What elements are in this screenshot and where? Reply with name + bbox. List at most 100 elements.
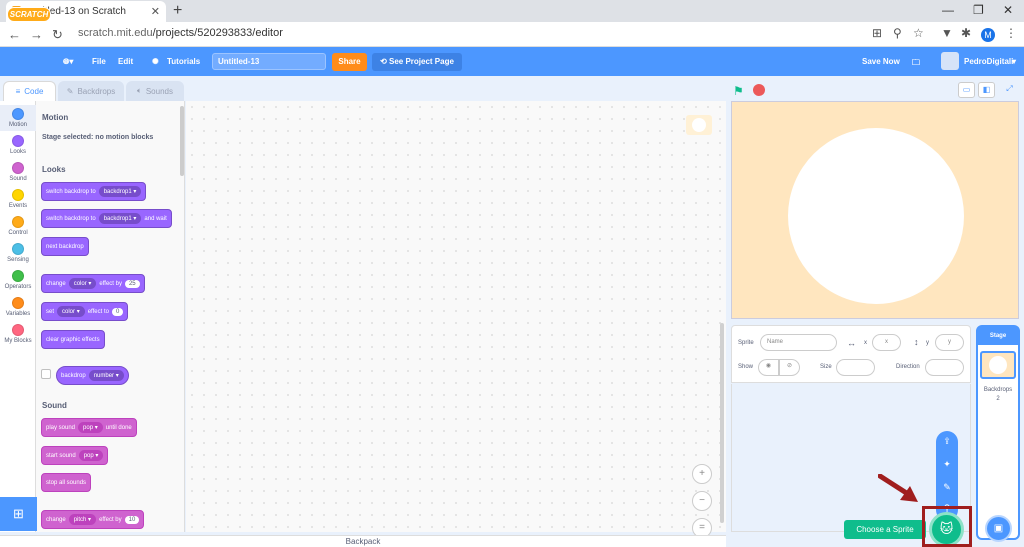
block-next-backdrop[interactable]: next backdrop (41, 237, 89, 256)
category-motion[interactable]: Motion (0, 105, 36, 131)
close-window-icon[interactable]: ✕ (1003, 3, 1013, 17)
palette-scrollbar[interactable] (180, 106, 184, 176)
stage-thumbnail[interactable] (980, 351, 1016, 379)
control-dot-icon (12, 216, 24, 228)
menu-tutorials[interactable]: Tutorials (167, 57, 200, 66)
motion-dot-icon (12, 108, 24, 120)
block-switch-backdrop[interactable]: switch backdrop to backdrop1 ▾ (41, 182, 147, 201)
extensions-puzzle-icon[interactable]: ✱ (961, 26, 971, 40)
effect-dropdown[interactable]: color ▾ (57, 306, 85, 317)
block-switch-backdrop-wait[interactable]: switch backdrop to backdrop1 ▾ and wait (41, 209, 172, 228)
stage-selector-panel[interactable]: Stage Backdrops 2 (976, 325, 1020, 540)
zoom-in-icon[interactable]: + (692, 464, 712, 484)
share-button[interactable]: Share (332, 53, 367, 71)
upload-sprite-icon[interactable]: ⇪ (936, 436, 958, 447)
y-field[interactable]: y (935, 334, 964, 351)
green-flag-icon[interactable]: ⚑ (733, 84, 744, 98)
x-field[interactable]: x (872, 334, 901, 351)
extension-filter-icon[interactable]: ▼ (941, 26, 953, 40)
eye-slash-icon: ⊘ (786, 363, 793, 369)
backpack[interactable]: Backpack (0, 535, 726, 547)
block-backdrop-reporter[interactable]: backdrop number ▾ (56, 366, 129, 385)
paintbrush-icon: ✎ (66, 86, 74, 96)
direction-field[interactable] (925, 359, 964, 376)
username[interactable]: PedroDigitali (964, 57, 1013, 66)
category-sound[interactable]: Sound (0, 162, 36, 182)
choose-backdrop-button[interactable]: ▣ (985, 515, 1012, 542)
block-clear-effects[interactable]: clear graphic effects (41, 330, 105, 349)
language-globe-icon[interactable]: 🌐︎▾ (63, 57, 73, 67)
stop-icon[interactable] (753, 84, 765, 96)
back-icon[interactable]: ← (8, 27, 21, 42)
account-chevron-down-icon[interactable]: ▾ (1012, 57, 1016, 66)
fullscreen-icon[interactable]: ⤢ (1001, 82, 1018, 98)
sound-dropdown[interactable]: pop ▾ (78, 422, 103, 433)
paint-sprite-icon[interactable]: ✎ (936, 482, 958, 493)
tab-sounds[interactable]: 🔈︎ Sounds (126, 81, 184, 101)
backdrop-attr-dropdown[interactable]: number ▾ (88, 370, 124, 381)
backdrop-reporter-checkbox[interactable] (41, 369, 51, 379)
sprite-name-field[interactable]: Name (760, 334, 837, 351)
script-scrollbar[interactable] (720, 323, 724, 523)
minimize-icon[interactable]: — (942, 3, 954, 17)
block-change-pitch[interactable]: change pitch ▾ effect by 10 (41, 510, 145, 529)
my-blocks-dot-icon (12, 324, 24, 336)
show-visible-toggle[interactable]: ◉ (758, 359, 779, 376)
forward-icon[interactable]: → (30, 27, 43, 42)
category-control[interactable]: Control (0, 216, 36, 236)
my-stuff-folder-icon[interactable]: 🗀︎ (912, 57, 920, 71)
bookmark-star-icon[interactable]: ☆ (913, 26, 924, 40)
project-title-input[interactable]: Untitled-13 (212, 53, 326, 70)
backdrop-dropdown[interactable]: backdrop1 ▾ (98, 186, 142, 197)
translate-icon[interactable]: ⊞ (872, 26, 882, 40)
block-set-effect[interactable]: set color ▾ effect to 0 (41, 302, 129, 321)
block-play-sound[interactable]: play sound pop ▾ until done (41, 418, 137, 437)
pitch-value-input[interactable]: 10 (124, 515, 140, 524)
menu-edit[interactable]: Edit (118, 57, 133, 66)
zoom-out-icon[interactable]: − (692, 491, 712, 511)
scratch-logo[interactable]: SCRATCH (7, 7, 51, 22)
effect-value-input[interactable]: 0 (111, 307, 124, 316)
sound-dropdown[interactable]: pop ▾ (78, 450, 104, 461)
x-arrows-icon: ↔ (847, 338, 856, 348)
category-operators[interactable]: Operators (0, 270, 36, 290)
block-start-sound[interactable]: start sound pop ▾ (41, 446, 109, 465)
category-my-blocks[interactable]: My Blocks (0, 324, 36, 344)
block-change-effect[interactable]: change color ▾ effect by 25 (41, 274, 145, 293)
category-sensing[interactable]: Sensing (0, 243, 36, 263)
category-events[interactable]: Events (0, 189, 36, 209)
surprise-sprite-icon[interactable]: ✦ (936, 459, 958, 470)
profile-avatar[interactable]: M (981, 28, 995, 42)
size-field[interactable] (836, 359, 875, 376)
category-variables[interactable]: Variables (0, 297, 36, 317)
effect-dropdown[interactable]: color ▾ (68, 278, 97, 289)
script-area[interactable] (186, 101, 726, 532)
code-icon: ≡ (15, 87, 21, 96)
motion-note: Stage selected: no motion blocks (42, 134, 154, 141)
backdrop-dropdown[interactable]: backdrop1 ▾ (98, 213, 142, 224)
url-field[interactable]: scratch.mit.edu/projects/520293833/edito… (78, 27, 283, 39)
show-hidden-toggle[interactable]: ⊘ (779, 359, 800, 376)
category-looks[interactable]: Looks (0, 135, 36, 155)
tab-backdrops[interactable]: ✎ Backdrops (58, 81, 124, 101)
close-tab-icon[interactable]: ✕ (151, 5, 160, 18)
reload-icon[interactable]: ↻ (52, 27, 63, 43)
see-project-page-button[interactable]: ⟲ See Project Page (372, 53, 462, 71)
save-now-button[interactable]: Save Now (862, 57, 900, 66)
maximize-icon[interactable]: ❐ (973, 3, 984, 17)
browser-menu-icon[interactable]: ⋮ (1005, 26, 1017, 40)
zoom-icon[interactable]: ⚲ (893, 26, 902, 40)
tab-code[interactable]: ≡ Code (3, 81, 56, 101)
variables-dot-icon (12, 297, 24, 309)
large-stage-icon[interactable]: ◧ (978, 82, 995, 98)
user-avatar[interactable] (941, 52, 959, 70)
block-stop-all-sounds[interactable]: stop all sounds (41, 473, 92, 492)
menu-file[interactable]: File (92, 57, 106, 66)
small-stage-icon[interactable]: ▭ (958, 82, 975, 98)
add-extension-button[interactable]: ⊞ (0, 497, 37, 531)
category-menu: Motion Looks Sound Events Control Sensin… (0, 101, 36, 532)
new-tab-icon[interactable]: + (173, 2, 182, 20)
sound-effect-dropdown[interactable]: pitch ▾ (68, 514, 97, 525)
effect-value-input[interactable]: 25 (124, 279, 140, 288)
stage-canvas[interactable] (731, 101, 1019, 319)
